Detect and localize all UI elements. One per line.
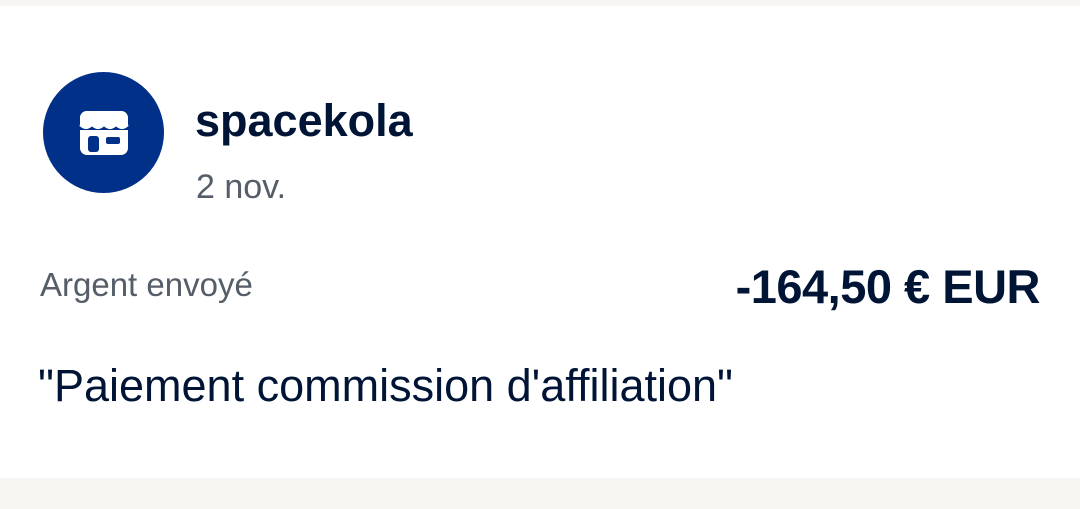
transaction-page: spacekola 2 nov. Argent envoyé -164,50 €… [0,0,1080,509]
merchant-name: spacekola [195,95,413,146]
transaction-card: spacekola 2 nov. Argent envoyé -164,50 €… [0,6,1080,478]
merchant-avatar [43,72,164,193]
transaction-amount: -164,50 € EUR [735,260,1041,313]
transaction-type-label: Argent envoyé [40,266,253,303]
store-icon [74,103,134,163]
transaction-note: "Paiement commission d'affiliation" [38,360,734,411]
transaction-date: 2 nov. [196,168,287,206]
